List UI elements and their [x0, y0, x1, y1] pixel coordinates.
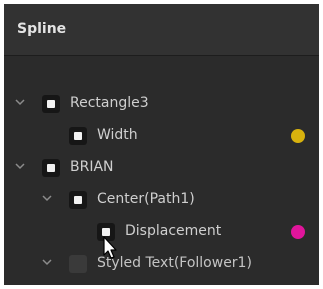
tree-item-rectangle3[interactable]: Rectangle3	[4, 88, 319, 120]
visibility-checkbox[interactable]	[69, 191, 87, 209]
spline-panel: Spline Rectangle3 Width BRIAN Center(Pat…	[4, 4, 319, 285]
panel-header: Spline	[4, 4, 319, 56]
curve-color-dot	[291, 225, 305, 239]
tree-item-label: Rectangle3	[70, 95, 149, 111]
tree-item-width[interactable]: Width	[4, 120, 319, 152]
tree-item-displacement[interactable]: Displacement	[4, 216, 319, 248]
tree-item-label: BRIAN	[70, 159, 114, 175]
panel-title: Spline	[17, 21, 67, 37]
chevron-down-icon[interactable]	[42, 257, 52, 267]
chevron-down-icon[interactable]	[15, 97, 25, 107]
tree-item-label: Styled Text(Follower1)	[97, 255, 252, 271]
chevron-down-icon[interactable]	[15, 161, 25, 171]
mouse-pointer-icon	[102, 236, 118, 264]
tree-item-label: Width	[97, 127, 138, 143]
curve-color-dot	[291, 129, 305, 143]
tree-item-center-path1[interactable]: Center(Path1)	[4, 184, 319, 216]
visibility-checkbox[interactable]	[42, 159, 60, 177]
visibility-checkbox[interactable]	[69, 127, 87, 145]
spline-tree: Rectangle3 Width BRIAN Center(Path1) Dis…	[4, 56, 319, 285]
visibility-checkbox[interactable]	[42, 95, 60, 113]
chevron-down-icon[interactable]	[42, 193, 52, 203]
tree-item-styled-text-follower1[interactable]: Styled Text(Follower1)	[4, 248, 319, 280]
tree-item-label: Displacement	[125, 223, 222, 239]
visibility-checkbox[interactable]	[69, 255, 87, 273]
tree-item-label: Center(Path1)	[97, 191, 195, 207]
tree-item-brian[interactable]: BRIAN	[4, 152, 319, 184]
